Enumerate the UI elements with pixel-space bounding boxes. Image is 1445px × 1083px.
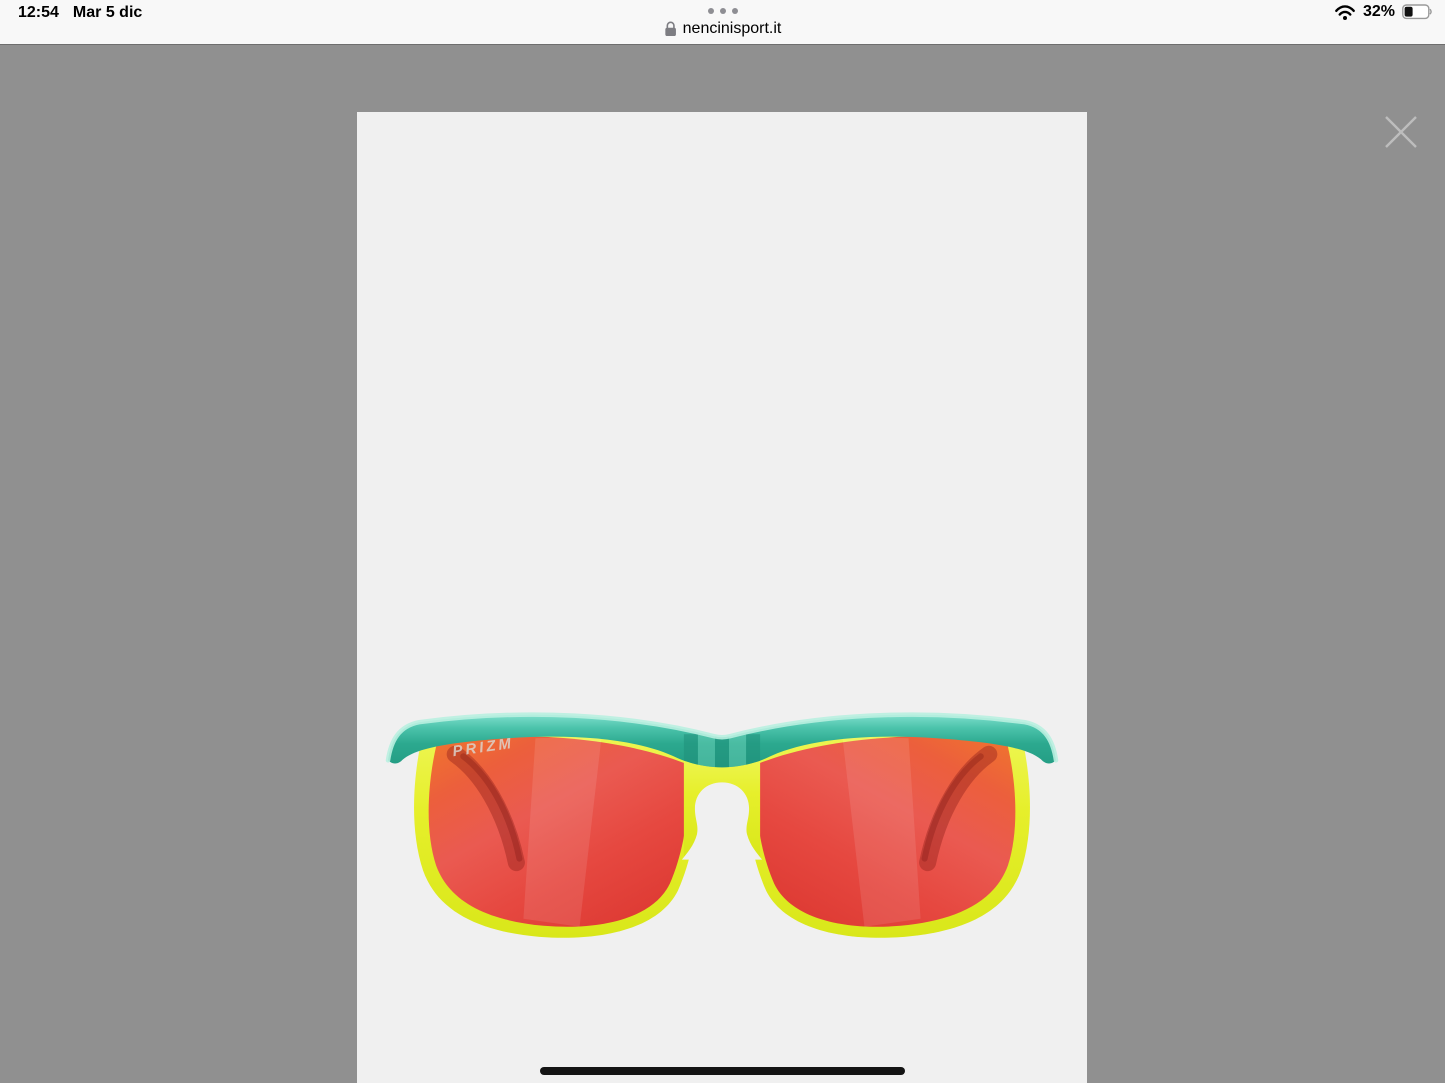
status-left: 12:54 Mar 5 dic bbox=[18, 4, 142, 22]
page-dots-icon[interactable] bbox=[708, 8, 738, 14]
wifi-icon bbox=[1334, 4, 1356, 21]
product-image-sunglasses[interactable]: PRIZM bbox=[383, 710, 1061, 944]
screen: 12:54 Mar 5 dic nencinisport.it bbox=[0, 0, 1445, 1083]
status-date: Mar 5 dic bbox=[73, 4, 142, 22]
product-image-panel[interactable]: PRIZM bbox=[357, 112, 1087, 1083]
close-button[interactable] bbox=[1381, 112, 1421, 152]
url-domain: nencinisport.it bbox=[683, 20, 782, 38]
home-indicator[interactable] bbox=[540, 1067, 905, 1075]
lock-icon bbox=[664, 21, 677, 37]
url-bar[interactable]: nencinisport.it bbox=[664, 20, 782, 38]
safari-top-bar: 12:54 Mar 5 dic nencinisport.it bbox=[0, 0, 1445, 45]
battery-icon bbox=[1402, 4, 1433, 20]
status-right: 32% bbox=[1334, 3, 1433, 21]
lightbox-overlay[interactable]: PRIZM bbox=[0, 45, 1445, 1083]
status-time: 12:54 bbox=[18, 4, 59, 22]
close-x-icon bbox=[1381, 112, 1421, 155]
battery-percent: 32% bbox=[1363, 3, 1395, 21]
